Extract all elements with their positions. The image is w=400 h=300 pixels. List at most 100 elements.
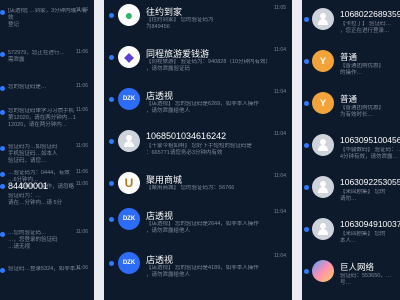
message-time: 11:04 bbox=[273, 173, 286, 179]
message-item[interactable]: DZK 店透视 11:04 【店透视】 您的验证码是2644，如非本人操作 ，请勿泄露… bbox=[104, 206, 292, 248]
message-item[interactable]: 11:06 572979，您正在进行… 需泄露 bbox=[0, 46, 94, 74]
message-preview: 【来回剧集】 您的 请勿… bbox=[340, 189, 386, 202]
unread-dot-icon bbox=[0, 110, 5, 115]
app-blue-icon: DZK bbox=[118, 252, 140, 274]
unread-dot-icon bbox=[0, 184, 5, 189]
unread-dot-icon bbox=[304, 17, 309, 22]
message-item[interactable]: 1068022689359 【卡拉丁】 验证码… ，您正在进行登录… bbox=[302, 6, 400, 46]
unread-dot-icon bbox=[304, 227, 309, 232]
sender-name: 1063095100456 bbox=[340, 135, 400, 145]
app-brown-icon: U bbox=[118, 172, 140, 194]
message-item[interactable]: 11:06 …您的验证码… …，您登录的验证码 …请无视 bbox=[0, 226, 94, 254]
sender-name: 1063092253055 bbox=[340, 177, 400, 187]
unread-dot-icon bbox=[109, 181, 114, 186]
message-item[interactable]: DZK 店透视 11:04 【店透视】 您的验证码是6269，如非本人操作 ，请勿泄露… bbox=[104, 86, 292, 126]
person-icon bbox=[312, 218, 334, 240]
message-time: 11:06 bbox=[75, 181, 88, 187]
message-time: 11:04 bbox=[273, 47, 286, 53]
unread-dot-icon bbox=[0, 146, 5, 151]
unread-dot-icon bbox=[304, 185, 309, 190]
message-preview: 您的验证码单学习习惯手机 第12020，请在两分钟内…1 12020，请在两分钟… bbox=[8, 108, 76, 128]
unread-dot-icon bbox=[109, 261, 114, 266]
unread-dot-icon bbox=[109, 55, 114, 60]
app-multi-icon bbox=[312, 260, 334, 282]
sender-name: 84400001 bbox=[8, 181, 49, 191]
message-preview: 【来回剧集】 您的 本人… bbox=[340, 231, 386, 244]
message-preview: 【店透视】 您的验证码是2644，如非本人操作 ，请勿泄露给他人 bbox=[146, 221, 259, 234]
message-list-middle: ● 往约到家 11:05 【往约到家】 您的验证码为 为849456 ◆ 同程旅游爱钱游 1… bbox=[104, 0, 292, 300]
message-preview: 【同程旅游】 验证码为：940828（10分钟内有效） ，请勿泄露验证码 bbox=[146, 59, 272, 72]
unread-dot-icon bbox=[109, 139, 114, 144]
person-icon bbox=[312, 8, 334, 30]
message-item[interactable]: 1068501034616242 11:04 【十蒙今租如啊】 您好下手短短的验证码… bbox=[104, 128, 292, 168]
unread-dot-icon bbox=[304, 101, 309, 106]
message-preview: 验证码为…如验证码 手机验证码…如本人 验证码，请您… bbox=[8, 144, 58, 164]
message-item[interactable]: U 聚用商城 11:04 【聚用商城】 您的验证码为：56766 bbox=[104, 170, 292, 204]
message-item[interactable]: 11:06 您的验证码单学习习惯手机 第12020，请在两分钟内…1 12020，… bbox=[0, 104, 94, 140]
unread-dot-icon bbox=[304, 59, 309, 64]
message-item[interactable]: ◆ 同程旅游爱钱游 11:04 【同程旅游】 验证码为：940828（10分钟内有效）… bbox=[104, 44, 292, 84]
sender-name: 1068501034616242 bbox=[146, 131, 227, 141]
message-item[interactable]: 巨人网络 验证码：553650，… 号… bbox=[302, 258, 400, 298]
message-preview: 【店透视】 您的验证码是6269，如非本人操作 ，请勿泄露给他人 bbox=[146, 101, 259, 114]
sender-name: 普通 bbox=[340, 52, 358, 62]
sender-name: 1063094910037 bbox=[340, 219, 400, 229]
sender-name: 1068022689359 bbox=[340, 9, 400, 19]
unread-dot-icon bbox=[0, 86, 5, 91]
message-preview: 【普通团购优惠】 的操作… bbox=[340, 63, 385, 76]
unread-dot-icon bbox=[304, 269, 309, 274]
app-blue-icon: DZK bbox=[118, 88, 140, 110]
message-preview: 【十蒙今租如啊】 您好下手短短的验证码是 ：665771请您务必3分钟内有效 bbox=[146, 143, 253, 156]
message-preview: 572979，您正在进行… 需泄露 bbox=[8, 50, 65, 63]
unread-dot-icon bbox=[0, 172, 5, 177]
message-item[interactable]: 11:06 您的验证码是… bbox=[0, 80, 94, 100]
unread-dot-icon bbox=[0, 52, 5, 57]
message-list-right: 1068022689359 【卡拉丁】 验证码… ，您正在进行登录… Y 普通 【普通团… bbox=[302, 0, 400, 300]
message-preview: 验证码：553650，… 号… bbox=[340, 273, 392, 286]
unread-dot-icon bbox=[109, 97, 114, 102]
message-preview: 【往约到家】 您的验证码为 为849456 bbox=[146, 17, 214, 30]
app-green-icon: ● bbox=[118, 4, 140, 26]
message-preview: 【普通团购优惠】 为有效时长… bbox=[340, 105, 385, 118]
person-icon bbox=[312, 134, 334, 156]
message-time: 11:05 bbox=[273, 5, 286, 11]
message-item[interactable]: 1063094910037 【来回剧集】 您的 本人… bbox=[302, 216, 400, 256]
message-item[interactable]: Y 普通 【普通团购优惠】 为有效时长… bbox=[302, 90, 400, 130]
app-orange-icon: Y bbox=[312, 50, 334, 72]
message-preview: 【聚用商城】 您的验证码为：56766 bbox=[146, 185, 235, 191]
app-purple-icon: ◆ bbox=[118, 46, 140, 68]
message-item[interactable]: 11:06 验证码为…如验证码 手机验证码…如本人 验证码，请您… bbox=[0, 140, 94, 164]
message-item[interactable]: 1063095100456 【华骏数码】 验证码：… 4分钟有效，请勿泄露… bbox=[302, 132, 400, 172]
message-item[interactable]: ● 往约到家 11:05 【往约到家】 您的验证码为 为849456 bbox=[104, 2, 292, 42]
app-blue-icon: DZK bbox=[118, 208, 140, 230]
sender-name: 巨人网络 bbox=[340, 262, 375, 272]
message-preview: …您的验证码… …，您登录的验证码 …请无视 bbox=[8, 230, 58, 250]
person-icon bbox=[312, 176, 334, 198]
message-preview: 【卡拉丁】 验证码… ，您正在进行登录… bbox=[340, 21, 392, 34]
message-time: 11:04 bbox=[273, 209, 286, 215]
message-preview: [店透视] …到家，3分钟内输入有效 登记 bbox=[8, 8, 88, 28]
message-item[interactable]: 11:06 [店透视] …到家，3分钟内输入有效 登记 bbox=[0, 4, 94, 36]
message-preview: 【华骏数码】 验证码：… 4分钟有效，请勿泄露… bbox=[340, 147, 400, 160]
sender-name: 普通 bbox=[340, 94, 358, 104]
message-item[interactable]: 84400001 11:06 验证码为：… 请在…分钟内…请 5分 bbox=[0, 178, 94, 210]
message-item[interactable]: 1063092253055 【来回剧集】 您的 请勿… bbox=[302, 174, 400, 214]
message-preview: 验证码为：… 请在…分钟内…请 5分 bbox=[8, 193, 63, 206]
message-time: 11:04 bbox=[273, 253, 286, 259]
message-preview: 您的验证码是… bbox=[8, 84, 47, 90]
message-preview: 【店透视】 您的验证码是4189，如非本人操作 ，请勿泄露给他人 bbox=[146, 265, 259, 278]
message-item[interactable]: 11:06 验证码…登录5324，如非本人 bbox=[0, 262, 94, 282]
message-item[interactable]: DZK 店透视 11:04 【店透视】 您的验证码是4189，如非本人操作 ，请勿泄露… bbox=[104, 250, 292, 292]
message-item[interactable]: Y 普通 【普通团购优惠】 的操作… bbox=[302, 48, 400, 88]
unread-dot-icon bbox=[109, 13, 114, 18]
message-time: 11:04 bbox=[273, 131, 286, 137]
unread-dot-icon bbox=[304, 143, 309, 148]
unread-dot-icon bbox=[109, 217, 114, 222]
unread-dot-icon bbox=[0, 232, 5, 237]
unread-dot-icon bbox=[0, 268, 5, 273]
message-time: 11:04 bbox=[273, 89, 286, 95]
app-orange-icon: Y bbox=[312, 92, 334, 114]
unread-dot-icon bbox=[0, 10, 5, 15]
person-icon bbox=[118, 130, 140, 152]
message-preview: 验证码…登录5324，如非本人 bbox=[8, 266, 81, 272]
